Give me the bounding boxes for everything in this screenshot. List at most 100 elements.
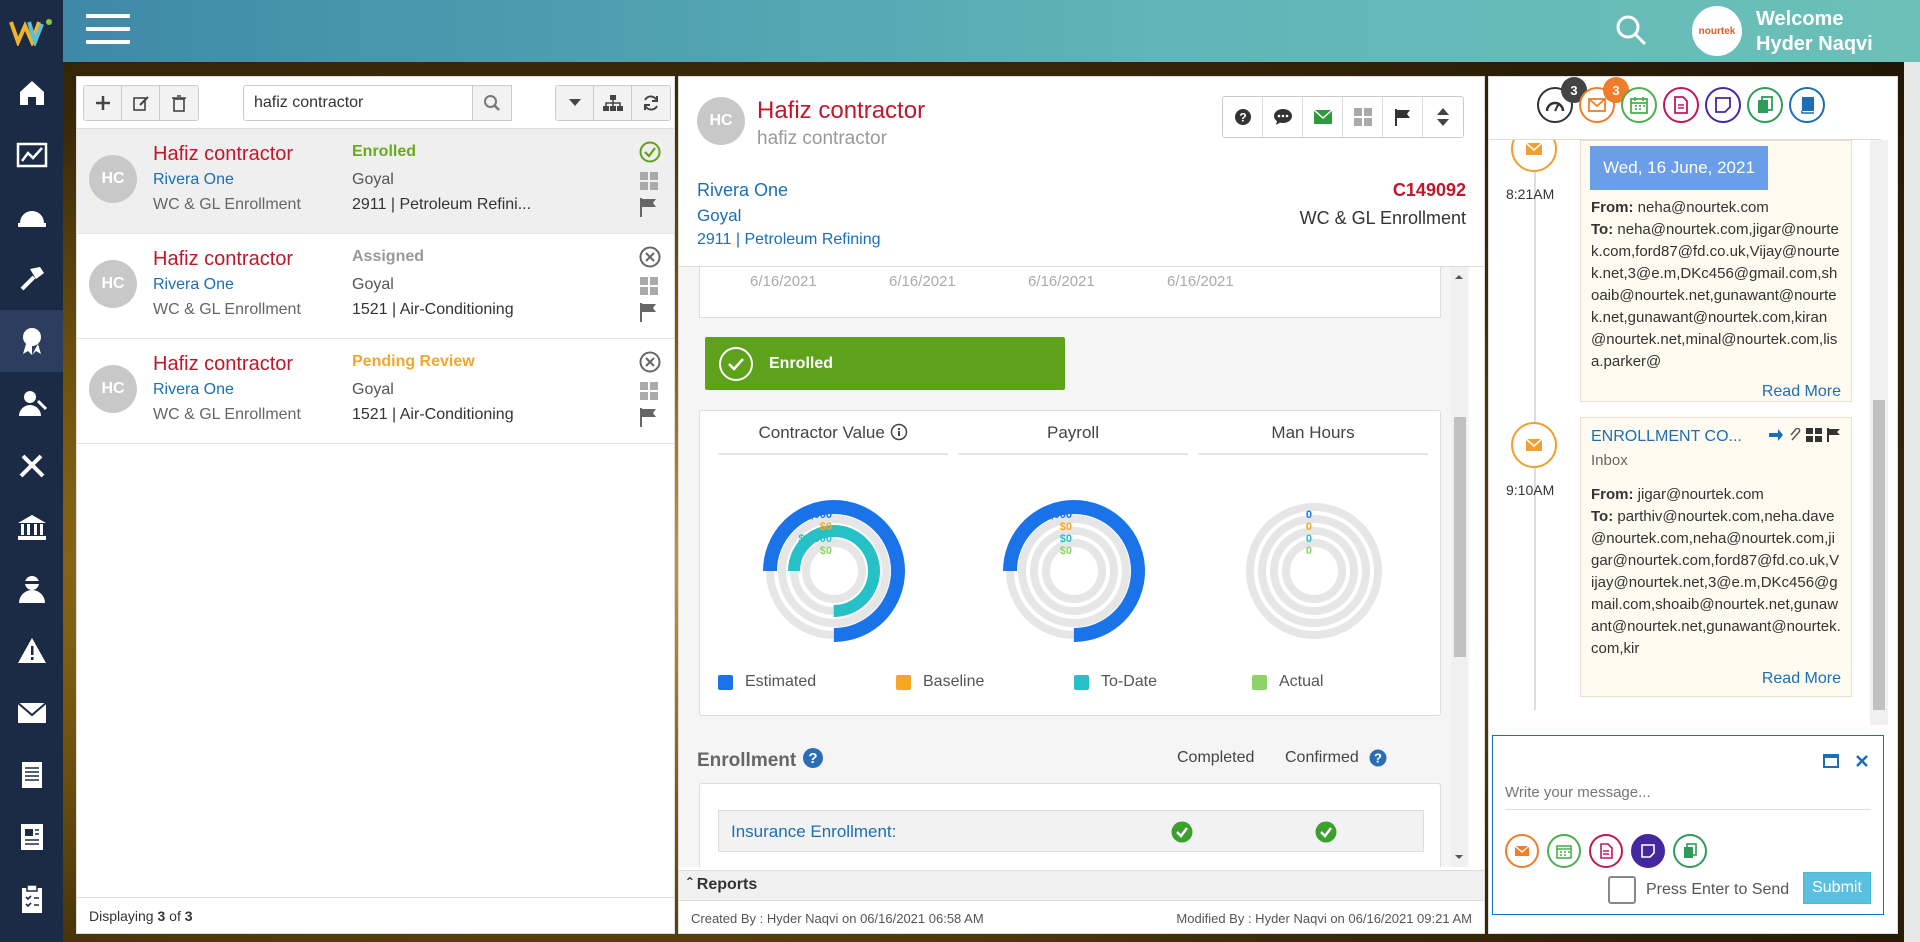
row-company[interactable]: Rivera One — [153, 381, 234, 399]
sidebar-item-report[interactable] — [0, 806, 63, 868]
refresh-icon[interactable] — [632, 86, 670, 120]
submit-button[interactable]: Submit — [1803, 872, 1871, 904]
insurance-enrollment-label[interactable]: Insurance Enrollment: — [731, 822, 896, 842]
dashboard-filter-icon[interactable]: 3 — [1537, 77, 1587, 123]
press-enter-checkbox[interactable] — [1608, 876, 1636, 904]
compose-email-icon[interactable] — [1505, 834, 1539, 868]
flag-icon[interactable] — [1827, 428, 1841, 442]
close-circle-icon[interactable] — [639, 246, 661, 268]
row-name[interactable]: Hafiz contractor — [153, 143, 293, 166]
filter-dropdown-button[interactable] — [556, 86, 594, 120]
activity-card[interactable]: ENROLLMENT CO... Inbox From: jigar@nourt… — [1580, 417, 1852, 697]
grid-icon[interactable] — [1343, 97, 1383, 137]
book-filter-icon[interactable] — [1789, 87, 1825, 123]
email-filter-icon[interactable]: 3 — [1579, 77, 1629, 123]
detail-scrollbar[interactable] — [1451, 267, 1467, 867]
hierarchy-icon[interactable] — [594, 86, 632, 120]
row-name[interactable]: Hafiz contractor — [153, 248, 293, 271]
delete-button[interactable] — [160, 86, 198, 120]
sidebar-item-award[interactable] — [0, 310, 63, 372]
detail-header: HC Hafiz contractor hafiz contractor ? R… — [679, 77, 1484, 267]
flag-icon[interactable] — [639, 197, 659, 217]
grid-icon[interactable] — [1806, 428, 1822, 442]
sidebar — [0, 62, 63, 942]
scroll-down-icon[interactable] — [1451, 851, 1467, 863]
row-name[interactable]: Hafiz contractor — [153, 353, 293, 376]
reports-bar[interactable]: ˆ Reports — [679, 870, 1484, 900]
attachment-icon[interactable] — [1789, 428, 1801, 442]
scroll-up-icon[interactable] — [1451, 271, 1467, 283]
calendar-filter-icon[interactable] — [1621, 87, 1657, 123]
help-icon[interactable]: ? — [1223, 97, 1263, 137]
detail-owner[interactable]: Goyal — [697, 206, 741, 226]
legend-item-estimated[interactable]: Estimated — [718, 673, 816, 691]
activity-time: 9:10AM — [1506, 482, 1555, 498]
sidebar-item-helmet[interactable] — [0, 186, 63, 248]
grid-icon[interactable] — [639, 171, 659, 191]
read-more-link[interactable]: Read More — [1581, 670, 1851, 694]
copy-filter-icon[interactable] — [1747, 87, 1783, 123]
flag-icon[interactable] — [1383, 97, 1423, 137]
grid-icon[interactable] — [639, 381, 659, 401]
grid-icon[interactable] — [639, 276, 659, 296]
user-avatar[interactable]: nourtek — [1692, 6, 1742, 56]
row-company[interactable]: Rivera One — [153, 276, 234, 294]
sidebar-item-agent[interactable] — [0, 558, 63, 620]
press-enter-toggle[interactable]: Press Enter to Send — [1608, 876, 1789, 904]
forward-icon[interactable] — [1768, 428, 1784, 442]
info-icon[interactable] — [890, 423, 908, 441]
window-scrollbar[interactable] — [1904, 62, 1920, 942]
menu-toggle-button[interactable] — [86, 14, 130, 48]
tab-man-hours[interactable]: Man Hours — [1198, 423, 1428, 455]
document-filter-icon[interactable] — [1663, 87, 1699, 123]
sort-icon[interactable] — [1423, 97, 1463, 137]
sidebar-item-home[interactable] — [0, 62, 63, 124]
email-subject[interactable]: ENROLLMENT CO... — [1591, 428, 1742, 446]
list-item[interactable]: HC Hafiz contractor Rivera One WC & GL Enro… — [77, 234, 674, 339]
maximize-icon[interactable] — [1823, 754, 1839, 768]
status-enrolled-button[interactable]: Enrolled — [705, 337, 1065, 390]
list-item[interactable]: HC Hafiz contractor Rivera One WC & GL Enro… — [77, 339, 674, 444]
sidebar-item-hammer[interactable] — [0, 248, 63, 310]
close-icon[interactable] — [1855, 754, 1869, 768]
tab-payroll[interactable]: Payroll — [958, 423, 1188, 455]
message-input[interactable] — [1505, 776, 1871, 810]
detail-class-code[interactable]: 2911 | Petroleum Refining — [697, 231, 881, 249]
note-filter-icon[interactable] — [1705, 87, 1741, 123]
legend-item-todate[interactable]: To-Date — [1074, 673, 1157, 691]
tab-contractor-value[interactable]: Contractor Value — [718, 423, 948, 455]
row-company[interactable]: Rivera One — [153, 171, 234, 189]
compose-copy-icon[interactable] — [1673, 834, 1707, 868]
activity-scrollbar[interactable] — [1870, 140, 1888, 725]
compose-note-icon[interactable] — [1631, 834, 1665, 868]
detail-company[interactable]: Rivera One — [697, 180, 788, 201]
enrollment-help-icon[interactable]: ? — [802, 747, 824, 769]
legend-item-actual[interactable]: Actual — [1252, 673, 1323, 691]
compose-calendar-icon[interactable] — [1547, 834, 1581, 868]
close-circle-icon[interactable] — [639, 351, 661, 373]
compose-document-icon[interactable] — [1589, 834, 1623, 868]
sidebar-item-bank[interactable] — [0, 496, 63, 558]
app-logo[interactable] — [0, 0, 63, 62]
global-search-icon[interactable] — [1615, 14, 1647, 46]
email-icon[interactable] — [1303, 97, 1343, 137]
sidebar-item-mail[interactable] — [0, 682, 63, 744]
list-search-input[interactable] — [243, 85, 507, 121]
flag-icon[interactable] — [639, 302, 659, 322]
confirmed-help-icon[interactable]: ? — [1369, 749, 1387, 767]
sidebar-item-document[interactable] — [0, 744, 63, 806]
sidebar-item-tools[interactable] — [0, 434, 63, 496]
report-icon — [20, 824, 43, 850]
list-item[interactable]: HC Hafiz contractor Rivera One WC & GL Enro… — [77, 129, 674, 234]
sidebar-item-clipboard[interactable] — [0, 868, 63, 930]
sidebar-item-warning[interactable] — [0, 620, 63, 682]
edit-button[interactable] — [122, 86, 160, 120]
sidebar-item-analytics[interactable] — [0, 124, 63, 186]
legend-item-baseline[interactable]: Baseline — [896, 673, 984, 691]
sidebar-item-worker[interactable] — [0, 372, 63, 434]
read-more-link[interactable]: Read More — [1581, 383, 1851, 407]
comment-icon[interactable] — [1263, 97, 1303, 137]
add-button[interactable] — [84, 86, 122, 120]
list-search-button[interactable] — [472, 85, 512, 121]
flag-icon[interactable] — [639, 407, 659, 427]
